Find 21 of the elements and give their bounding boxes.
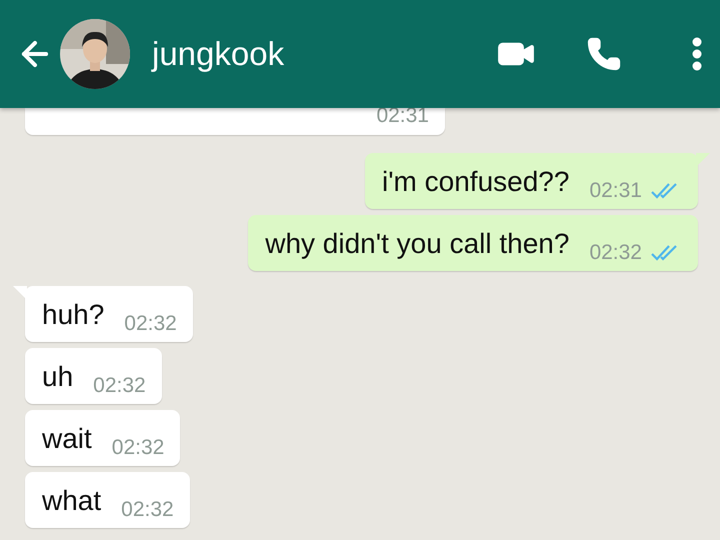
message-time: 02:32 [112,436,164,460]
phone-icon [586,36,622,72]
message-time: 02:32 [93,374,146,398]
message-text: wait [42,422,92,456]
menu-button[interactable] [692,37,702,71]
incoming-message-bubble[interactable]: uh 02:32 [25,348,162,404]
incoming-message-bubble[interactable]: what 02:32 [25,472,190,528]
message-time: 02:32 [589,241,642,265]
message-text: why didn't you call then? [265,227,570,261]
contact-name[interactable]: jungkook [152,35,496,73]
incoming-message-bubble[interactable]: wait 02:32 [25,410,180,466]
message-time: 02:32 [121,498,174,522]
outgoing-message-bubble[interactable]: why didn't you call then? 02:32 [248,215,698,271]
message-text: uh [42,360,74,394]
message-text: what [42,484,102,518]
message-text: huh? [42,298,104,332]
message-time: 02:32 [124,312,177,336]
voice-call-button[interactable] [586,36,622,72]
menu-icon [692,37,702,71]
message-time: 02:31 [589,179,642,203]
message-text: i'm confused?? [382,165,570,199]
